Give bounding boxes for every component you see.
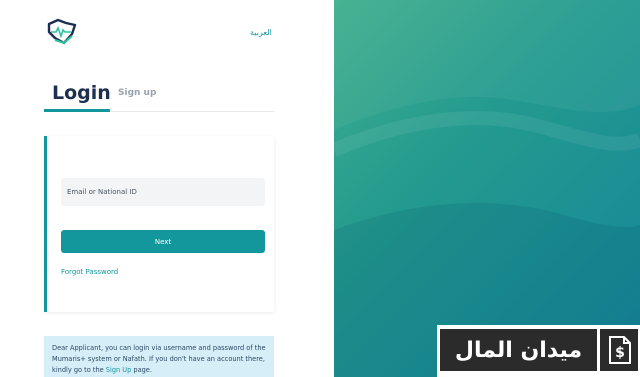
logo-icon (47, 18, 77, 45)
wave-decoration (334, 0, 640, 377)
auth-tabs: Login Sign up (44, 82, 274, 112)
tab-signup[interactable]: Sign up (118, 88, 156, 98)
active-tab-indicator (44, 109, 110, 112)
signup-link[interactable]: Sign Up (106, 366, 132, 374)
login-card: Email or National ID Next Forgot Passwor… (44, 136, 274, 312)
language-toggle[interactable]: العربية (250, 28, 272, 37)
decorative-panel (334, 0, 640, 377)
tab-login[interactable]: Login (52, 82, 111, 104)
next-button[interactable]: Next (61, 230, 265, 253)
dollar-doc-icon: $ (600, 329, 638, 371)
applicant-notice: Dear Applicant, you can login via userna… (44, 336, 274, 377)
forgot-password-link[interactable]: Forgot Password (61, 268, 118, 276)
svg-text:$: $ (615, 345, 625, 361)
watermark-text: ميدان المال (440, 329, 597, 371)
login-panel: العربية Login Sign up Email or National … (0, 0, 334, 377)
email-or-id-input[interactable]: Email or National ID (61, 178, 265, 206)
notice-text: Dear Applicant, you can login via userna… (52, 344, 266, 374)
notice-text-end: page. (131, 366, 152, 374)
